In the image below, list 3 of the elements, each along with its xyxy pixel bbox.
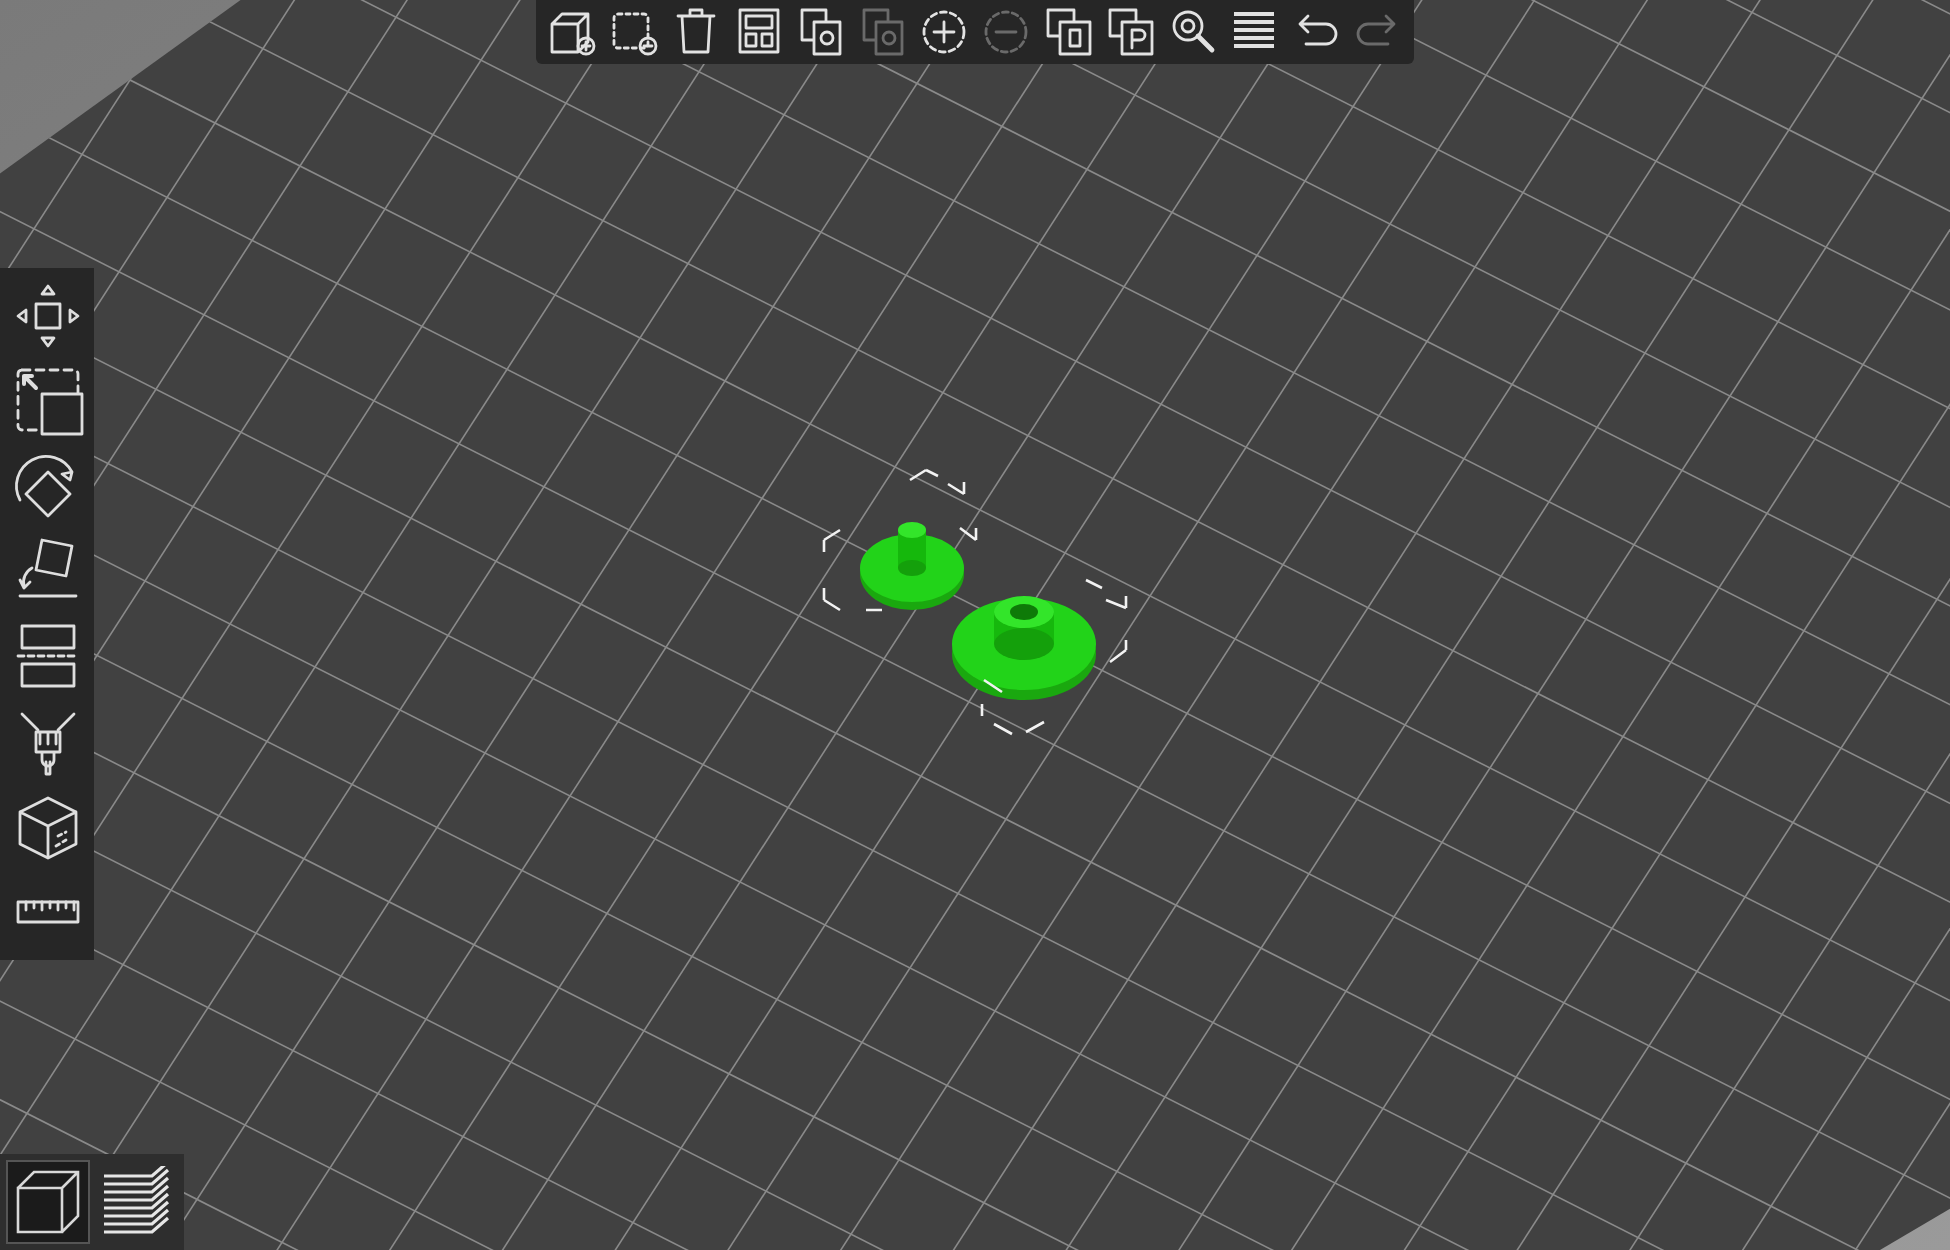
large-part-drawing — [952, 596, 1096, 700]
small-part-drawing — [860, 522, 964, 610]
cube-icon[interactable] — [6, 1160, 90, 1244]
